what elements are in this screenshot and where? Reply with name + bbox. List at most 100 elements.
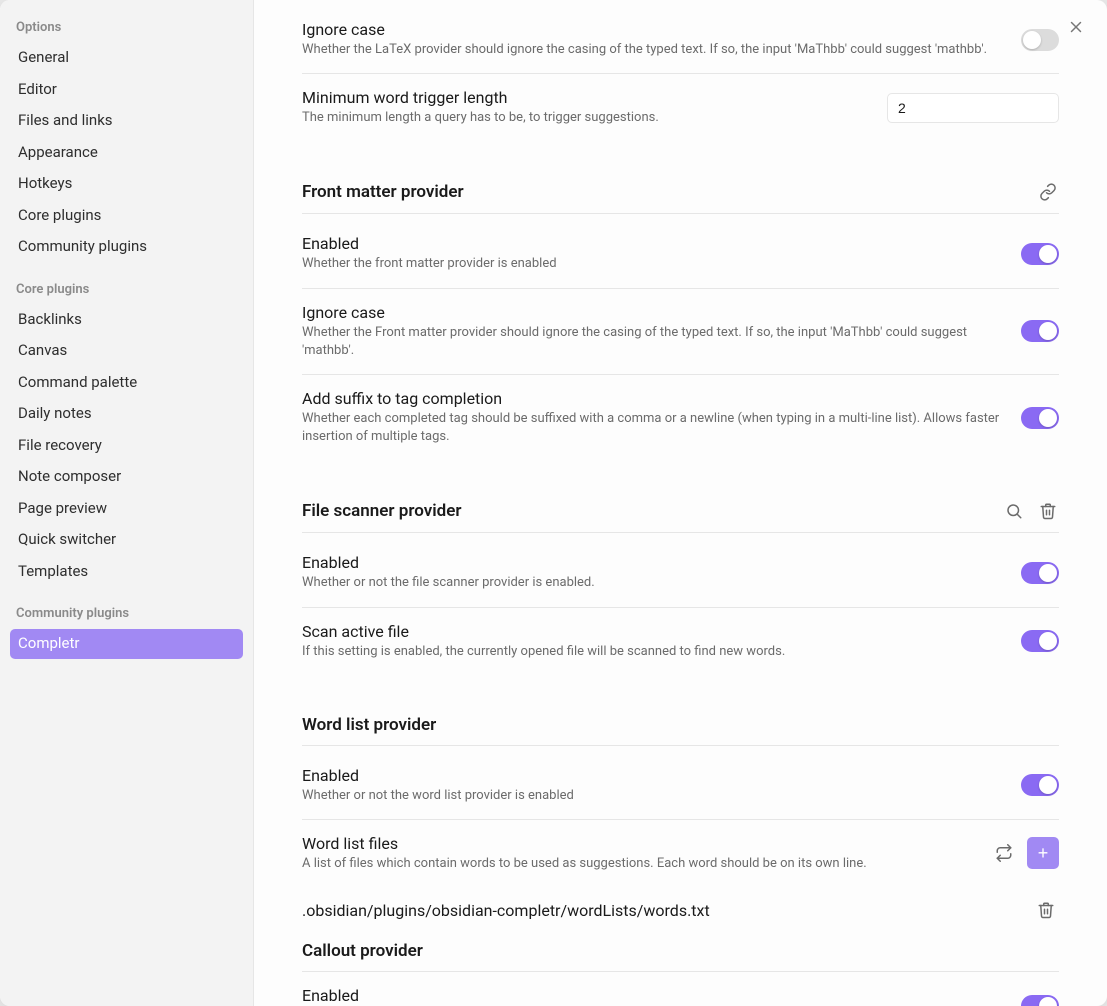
sidebar-item-files-and-links[interactable]: Files and links [10, 106, 243, 136]
link-button[interactable] [1037, 181, 1059, 203]
sidebar-item-label: Hotkeys [18, 174, 72, 192]
sidebar-heading: Options [10, 14, 243, 43]
setting-title: Word list files [302, 834, 971, 853]
link-icon [1039, 183, 1057, 201]
settings-window: Options General Editor Files and links Appea… [0, 0, 1107, 1006]
setting-title: Enabled [302, 234, 1001, 253]
sidebar-item-appearance[interactable]: Appearance [10, 138, 243, 168]
setting-title: Enabled [302, 553, 1001, 572]
add-file-button[interactable]: + [1027, 837, 1059, 869]
delete-button[interactable] [1037, 500, 1059, 522]
refresh-icon [995, 844, 1013, 862]
sidebar-item-label: Backlinks [18, 310, 82, 328]
toggle-switch[interactable] [1021, 995, 1059, 1006]
search-icon [1005, 502, 1023, 520]
setting-title: Minimum word trigger length [302, 88, 867, 107]
sidebar-item-note-composer[interactable]: Note composer [10, 462, 243, 492]
toggle-switch[interactable] [1021, 562, 1059, 584]
sidebar-item-general[interactable]: General [10, 43, 243, 73]
plus-icon: + [1038, 844, 1049, 862]
setting-title: Enabled [302, 766, 1001, 785]
sidebar-item-canvas[interactable]: Canvas [10, 336, 243, 366]
sidebar-item-label: Canvas [18, 341, 67, 359]
setting-desc: Whether the Front matter provider should… [302, 324, 1001, 360]
sidebar-item-label: Community plugins [18, 237, 147, 255]
setting-desc: Whether or not the file scanner provider… [302, 574, 1001, 592]
toggle-switch[interactable] [1021, 630, 1059, 652]
sidebar-item-file-recovery[interactable]: File recovery [10, 431, 243, 461]
setting-desc: If this setting is enabled, the currentl… [302, 643, 1001, 661]
sidebar-item-label: Quick switcher [18, 530, 116, 548]
section-word-list: Word list provider [302, 715, 1059, 746]
sidebar-item-label: Completr [18, 634, 80, 652]
setting-title: Scan active file [302, 622, 1001, 641]
setting-scan-active-file: Scan active file If this setting is enab… [302, 608, 1059, 675]
toggle-switch[interactable] [1021, 774, 1059, 796]
toggle-switch[interactable] [1021, 29, 1059, 51]
section-callout: Callout provider [302, 941, 1059, 961]
trash-icon [1037, 901, 1055, 919]
sidebar-item-backlinks[interactable]: Backlinks [10, 305, 243, 335]
trash-icon [1039, 502, 1057, 520]
setting-title: Enabled [302, 986, 1001, 1005]
word-list-file-row: .obsidian/plugins/obsidian-completr/word… [302, 887, 1059, 935]
setting-frontmatter-ignore-case: Ignore case Whether the Front matter pro… [302, 289, 1059, 375]
sidebar-item-label: Files and links [18, 111, 113, 129]
sidebar-item-label: Editor [18, 80, 57, 98]
sidebar-item-page-preview[interactable]: Page preview [10, 494, 243, 524]
setting-frontmatter-enabled: Enabled Whether the front matter provide… [302, 220, 1059, 288]
sidebar-item-completr[interactable]: Completr [10, 629, 243, 659]
sidebar-item-community-plugins[interactable]: Community plugins [10, 232, 243, 262]
setting-desc: Whether the LaTeX provider should ignore… [302, 41, 1001, 59]
section-title: File scanner provider [302, 501, 461, 521]
section-title: Front matter provider [302, 182, 464, 202]
sidebar-heading: Community plugins [10, 588, 243, 629]
setting-desc: A list of files which contain words to b… [302, 855, 971, 873]
sidebar-item-label: Daily notes [18, 404, 92, 422]
reload-button[interactable] [991, 840, 1017, 866]
settings-content: Ignore case Whether the LaTeX provider s… [254, 0, 1107, 1006]
sidebar-item-command-palette[interactable]: Command palette [10, 368, 243, 398]
toggle-switch[interactable] [1021, 407, 1059, 429]
sidebar-item-daily-notes[interactable]: Daily notes [10, 399, 243, 429]
setting-desc: Whether or not the word list provider is… [302, 787, 1001, 805]
setting-desc: Whether the front matter provider is ena… [302, 255, 1001, 273]
search-button[interactable] [1003, 500, 1025, 522]
setting-title: Add suffix to tag completion [302, 389, 1001, 408]
min-word-input[interactable] [887, 93, 1059, 123]
setting-wordlist-files: Word list files A list of files which co… [302, 820, 1059, 887]
sidebar-item-label: Templates [18, 562, 88, 580]
close-icon [1067, 18, 1085, 36]
setting-wordlist-enabled: Enabled Whether or not the word list pro… [302, 752, 1059, 820]
setting-callout-enabled: Enabled Whether or not the callout provi… [302, 971, 1059, 1006]
sidebar-item-core-plugins[interactable]: Core plugins [10, 201, 243, 231]
sidebar-item-label: General [18, 48, 69, 66]
toggle-switch[interactable] [1021, 320, 1059, 342]
sidebar-item-label: Appearance [18, 143, 98, 161]
sidebar-item-label: Command palette [18, 373, 137, 391]
setting-title: Ignore case [302, 20, 1001, 39]
setting-min-word-length: Minimum word trigger length The minimum … [302, 74, 1059, 141]
setting-frontmatter-add-suffix: Add suffix to tag completion Whether eac… [302, 375, 1059, 460]
sidebar-item-label: Core plugins [18, 206, 101, 224]
setting-desc: Whether each completed tag should be suf… [302, 410, 1001, 446]
setting-title: Ignore case [302, 303, 1001, 322]
toggle-switch[interactable] [1021, 243, 1059, 265]
sidebar-heading: Core plugins [10, 264, 243, 305]
sidebar-item-quick-switcher[interactable]: Quick switcher [10, 525, 243, 555]
section-front-matter: Front matter provider [302, 181, 1059, 214]
section-title: Word list provider [302, 715, 436, 735]
sidebar-item-label: Page preview [18, 499, 107, 517]
sidebar-item-editor[interactable]: Editor [10, 75, 243, 105]
sidebar-item-templates[interactable]: Templates [10, 557, 243, 587]
section-file-scanner: File scanner provider [302, 500, 1059, 533]
setting-scanner-enabled: Enabled Whether or not the file scanner … [302, 539, 1059, 607]
sidebar-item-label: File recovery [18, 436, 102, 454]
delete-file-button[interactable] [1033, 897, 1059, 923]
settings-sidebar: Options General Editor Files and links Appea… [0, 0, 254, 1006]
setting-latex-ignore-case: Ignore case Whether the LaTeX provider s… [302, 6, 1059, 74]
setting-desc: The minimum length a query has to be, to… [302, 109, 867, 127]
close-button[interactable] [1063, 14, 1089, 40]
sidebar-item-hotkeys[interactable]: Hotkeys [10, 169, 243, 199]
sidebar-item-label: Note composer [18, 467, 121, 485]
